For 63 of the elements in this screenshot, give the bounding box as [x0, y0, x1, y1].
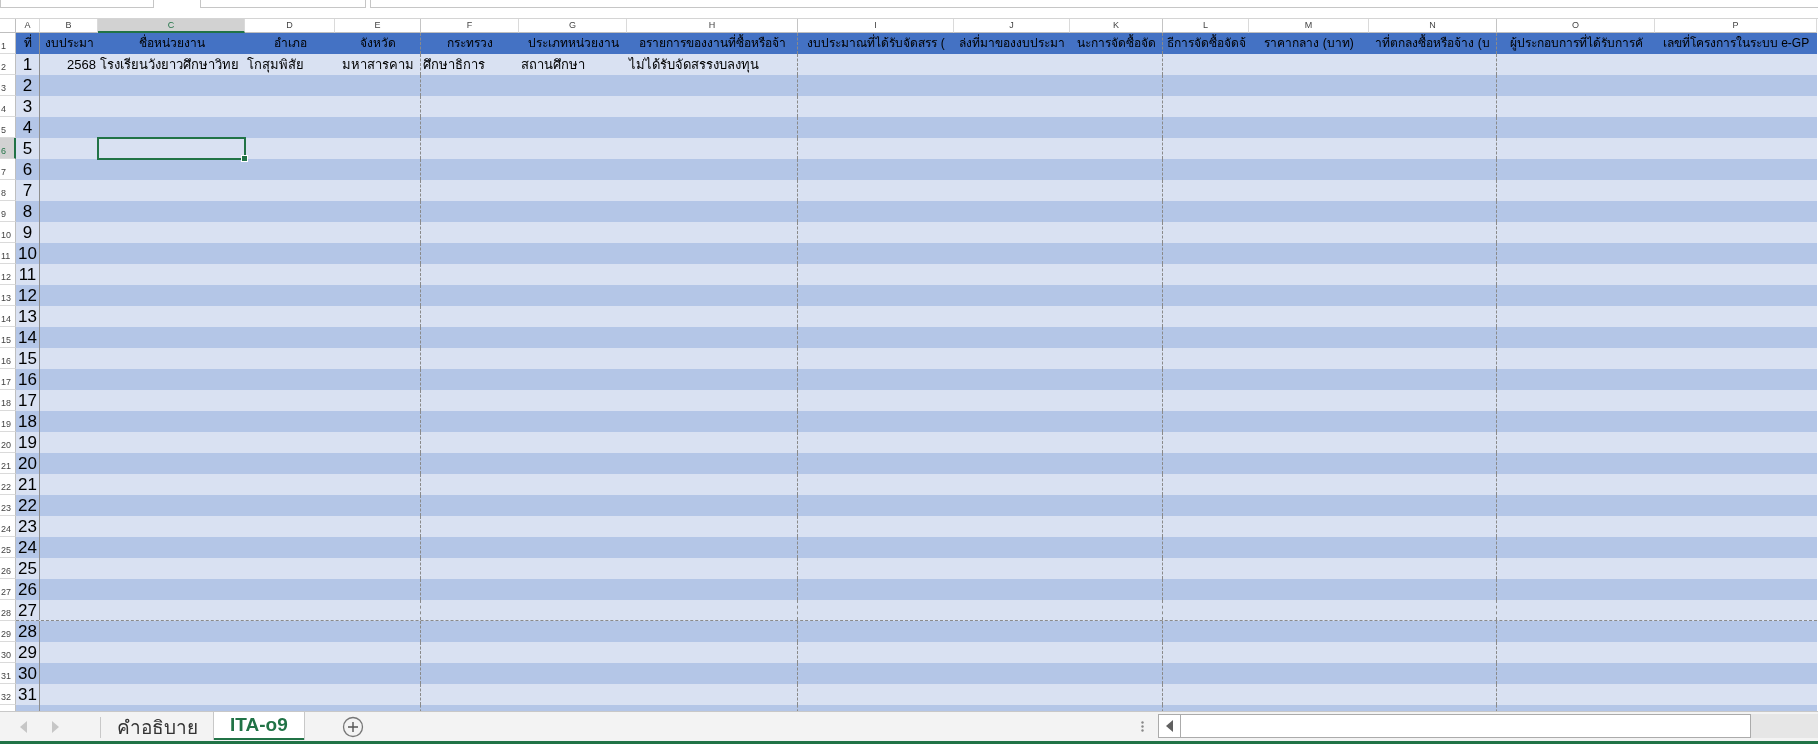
table-cell-text: โกสุมพิสัย: [246, 56, 305, 75]
column-heading: ราคากลาง (บาท): [1263, 35, 1355, 52]
row-header[interactable]: 1: [0, 33, 16, 54]
row-header[interactable]: 12: [0, 264, 16, 285]
scroll-right-icon[interactable]: [51, 720, 59, 733]
row-header[interactable]: 14: [0, 306, 16, 327]
row-header[interactable]: 17: [0, 369, 16, 390]
splitter-handle-icon[interactable]: [1141, 721, 1144, 732]
row-header[interactable]: 11: [0, 243, 16, 264]
table-cell-text: ศึกษาธิการ: [422, 56, 486, 74]
row-header[interactable]: 2: [0, 54, 16, 75]
table-cell-text: สถานศึกษา: [520, 56, 586, 74]
row-header[interactable]: 9: [0, 201, 16, 222]
row-header[interactable]: 31: [0, 663, 16, 684]
row-header[interactable]: 10: [0, 222, 16, 243]
formula-bar[interactable]: [370, 0, 1818, 8]
row-header[interactable]: 8: [0, 180, 16, 201]
column-heading: ล่งที่มาของงบประมา: [958, 33, 1066, 52]
column-heading: ชื่อหน่วยงาน: [137, 33, 206, 52]
select-all-corner[interactable]: [0, 19, 16, 33]
row-header[interactable]: 25: [0, 537, 16, 558]
row-header[interactable]: 13: [0, 285, 16, 306]
row-header[interactable]: 6: [0, 138, 16, 159]
scroll-left-icon[interactable]: [20, 720, 28, 733]
column-heading: กระทรวง: [446, 35, 494, 52]
row-header[interactable]: 4: [0, 96, 16, 117]
column-heading: งบประมา: [43, 35, 95, 52]
row-header[interactable]: 18: [0, 390, 16, 411]
table-cell: 27: [16, 600, 40, 620]
row-header[interactable]: 28: [0, 600, 16, 621]
function-box[interactable]: [200, 0, 366, 8]
row-header[interactable]: 32: [0, 684, 16, 705]
column-heading: ประเภทหน่วยงาน: [526, 35, 620, 52]
column-heading: อำเภอ: [272, 35, 308, 52]
sheet-tab[interactable]: คำอธิบาย: [101, 712, 214, 740]
selected-cell[interactable]: [97, 137, 246, 160]
row-header[interactable]: 7: [0, 159, 16, 180]
row-header[interactable]: 24: [0, 516, 16, 537]
column-heading: ผู้ประกอบการที่ได้รับการคั: [1508, 33, 1644, 53]
row-header[interactable]: 15: [0, 327, 16, 348]
add-sheet-icon[interactable]: [341, 715, 364, 738]
sheet-tab[interactable]: ITA-o9: [214, 712, 304, 740]
row-header[interactable]: 20: [0, 432, 16, 453]
row-header[interactable]: 26: [0, 558, 16, 579]
row-header[interactable]: 19: [0, 411, 16, 432]
row-header[interactable]: 30: [0, 642, 16, 663]
column-heading: งบประมาณที่ได้รับจัดสรร (: [806, 33, 946, 52]
column-heading: เลขที่โครงการในระบบ e-GP: [1661, 33, 1811, 52]
row-header[interactable]: 16: [0, 348, 16, 369]
row-header[interactable]: 23: [0, 495, 16, 516]
row-header[interactable]: 27: [0, 579, 16, 600]
column-header[interactable]: C: [98, 19, 245, 33]
row-header[interactable]: 5: [0, 117, 16, 138]
row-header[interactable]: 29: [0, 621, 16, 642]
table-cell-text: 2568: [66, 56, 97, 74]
row-header[interactable]: 21: [0, 453, 16, 474]
name-box[interactable]: [0, 0, 154, 8]
row-header[interactable]: 22: [0, 474, 16, 495]
left-arrow-icon: [1166, 720, 1173, 732]
column-heading: ธีการจัดซื้อจัดจ้: [1165, 33, 1247, 52]
row-header[interactable]: 3: [0, 75, 16, 96]
scroll-left-button[interactable]: [1158, 714, 1181, 738]
table-cell-text: โรงเรียนวังยาวศึกษาวิทย: [99, 56, 240, 74]
